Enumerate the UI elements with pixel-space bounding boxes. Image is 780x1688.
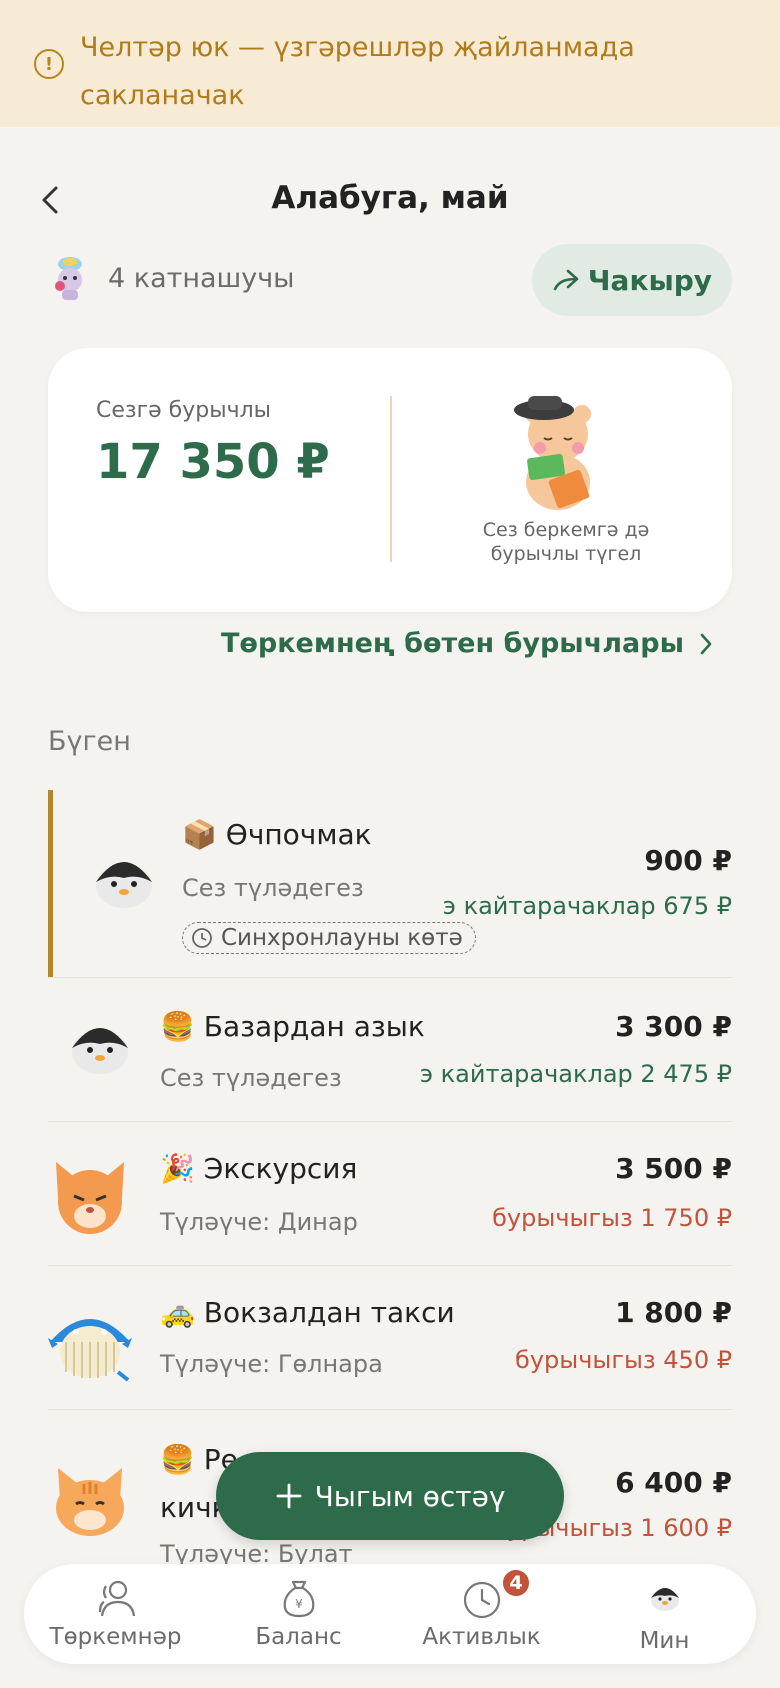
group-avatar-icon	[55, 257, 82, 300]
penguin-avatar-icon	[96, 862, 152, 908]
expense-name-text: Вокзалдан такси	[203, 1296, 455, 1329]
settled-line-2: бурычлы түгел	[490, 543, 642, 565]
plus-icon	[276, 1483, 302, 1509]
expense-name-text: Базардан азык	[203, 1010, 425, 1043]
expense-payer: Түләүче: Гөлнара	[160, 1350, 383, 1378]
expense-name: 🚕 Вокзалдан такси	[160, 1296, 455, 1329]
expense-payer: Сез түләдегез	[182, 874, 364, 902]
expense-row[interactable]: 🚕 Вокзалдан такси Түләүче: Гөлнара 1 800…	[48, 1266, 732, 1410]
penguin-avatar-icon	[72, 1028, 128, 1074]
burger-icon: 🍔	[160, 1443, 195, 1476]
expense-amount: 6 400 ₽	[615, 1466, 732, 1499]
page-title: Алабуга, май	[271, 180, 509, 216]
tab-profile[interactable]: Мин	[573, 1564, 756, 1664]
expense-balance: бурычыгыз 1 750 ₽	[492, 1204, 732, 1232]
all-debts-label: Төркемнең бөтен бурычлары	[220, 628, 684, 659]
expense-name: 🎉 Экскурсия	[160, 1152, 357, 1185]
tab-label: Мин	[639, 1628, 690, 1654]
add-expense-button[interactable]: Чыгым өстәү	[216, 1452, 564, 1540]
money-bag-icon: ¥	[283, 1580, 314, 1618]
expense-row[interactable]: 📦 Өчпочмак Сез түләдегез Синхронлауны кө…	[48, 790, 732, 978]
expense-amount: 3 300 ₽	[615, 1010, 732, 1043]
members-info[interactable]: 4 катнашучы	[48, 254, 295, 302]
owe-amount: 17 350 ₽	[96, 434, 330, 490]
header: Алабуга, май	[0, 170, 780, 230]
svg-text:¥: ¥	[295, 1597, 303, 1611]
chevron-right-icon	[700, 633, 712, 654]
invite-label: Чакыру	[587, 263, 713, 297]
people-icon	[98, 1580, 135, 1617]
tab-activity[interactable]: 4 Активлык	[390, 1564, 573, 1664]
expense-name: 🍔 Базардан азык	[160, 1010, 425, 1043]
expense-balance: э кайтарачаклар 2 475 ₽	[419, 1060, 732, 1088]
settled-status: Сез беркемгә дә бурычлы түгел	[438, 518, 694, 566]
tab-balance[interactable]: ¥ Баланс	[207, 1564, 390, 1664]
balance-summary-card: Сезгә бурычлы 17 350 ₽ Сез беркемгә дә б…	[48, 348, 732, 612]
expense-payer: Түләүче: Динар	[160, 1208, 358, 1236]
all-debts-link[interactable]: Төркемнең бөтен бурычлары	[221, 628, 714, 659]
taxi-icon: 🚕	[160, 1296, 195, 1329]
warning-icon: !	[34, 49, 64, 79]
clock-icon	[463, 1581, 500, 1619]
expense-row[interactable]: 🍔 Базардан азык Сез түләдегез 3 300 ₽ э …	[48, 978, 732, 1122]
clock-icon	[192, 928, 212, 948]
tab-label: Баланс	[255, 1624, 342, 1650]
offline-banner-text: Челтәр юк — үзгәрешләр җайланмада саклан…	[80, 24, 635, 120]
sync-pending-badge: Синхронлауны көтә	[182, 922, 476, 954]
cat-avatar-icon	[56, 1468, 124, 1536]
banner-line-2: сакланачак	[80, 80, 245, 111]
expense-balance: бурычыгыз 450 ₽	[515, 1346, 732, 1374]
settled-line-1: Сез беркемгә дә	[482, 519, 650, 541]
expense-payer: Сез түләдегез	[160, 1064, 342, 1092]
expense-name-text: Экскурсия	[203, 1152, 358, 1185]
expense-amount: 3 500 ₽	[615, 1152, 732, 1185]
expense-amount: 1 800 ₽	[615, 1296, 732, 1329]
party-icon: 🎉	[160, 1152, 195, 1185]
bottom-tab-bar: Төркемнәр ¥ Баланс 4 Активлык Мин	[24, 1564, 756, 1664]
expense-row[interactable]: 🎉 Экскурсия Түләүче: Динар 3 500 ₽ бурыч…	[48, 1122, 732, 1266]
owe-label: Сезгә бурычлы	[96, 398, 272, 423]
whale-avatar-icon	[48, 1319, 132, 1382]
banner-line-1: Челтәр юк — үзгәрешләр җайланмада	[80, 32, 635, 63]
add-expense-label: Чыгым өстәү	[314, 1479, 506, 1513]
share-icon	[553, 269, 579, 291]
penguin-avatar-icon	[650, 1588, 679, 1611]
bear-sticker-icon	[514, 396, 591, 510]
cat-avatar-icon	[56, 1162, 124, 1234]
tab-groups[interactable]: Төркемнәр	[24, 1564, 207, 1664]
expense-balance: э кайтарачаклар 675 ₽	[442, 892, 732, 920]
section-today: Бүген	[48, 726, 131, 757]
card-divider	[390, 396, 392, 562]
package-icon: 📦	[182, 818, 217, 851]
invite-button[interactable]: Чакыру	[532, 244, 732, 316]
members-count: 4 катнашучы	[108, 262, 295, 294]
expense-name-text: Өчпочмак	[225, 818, 372, 851]
expense-name: 📦 Өчпочмак	[182, 818, 372, 851]
activity-badge: 4	[501, 1568, 531, 1598]
tab-label: Активлык	[422, 1624, 541, 1650]
offline-banner: ! Челтәр юк — үзгәрешләр җайланмада сакл…	[0, 0, 780, 127]
tab-label: Төркемнәр	[49, 1624, 182, 1650]
expense-amount: 900 ₽	[644, 844, 732, 877]
sync-pending-text: Синхронлауны көтә	[221, 925, 463, 951]
burger-icon: 🍔	[160, 1010, 195, 1043]
